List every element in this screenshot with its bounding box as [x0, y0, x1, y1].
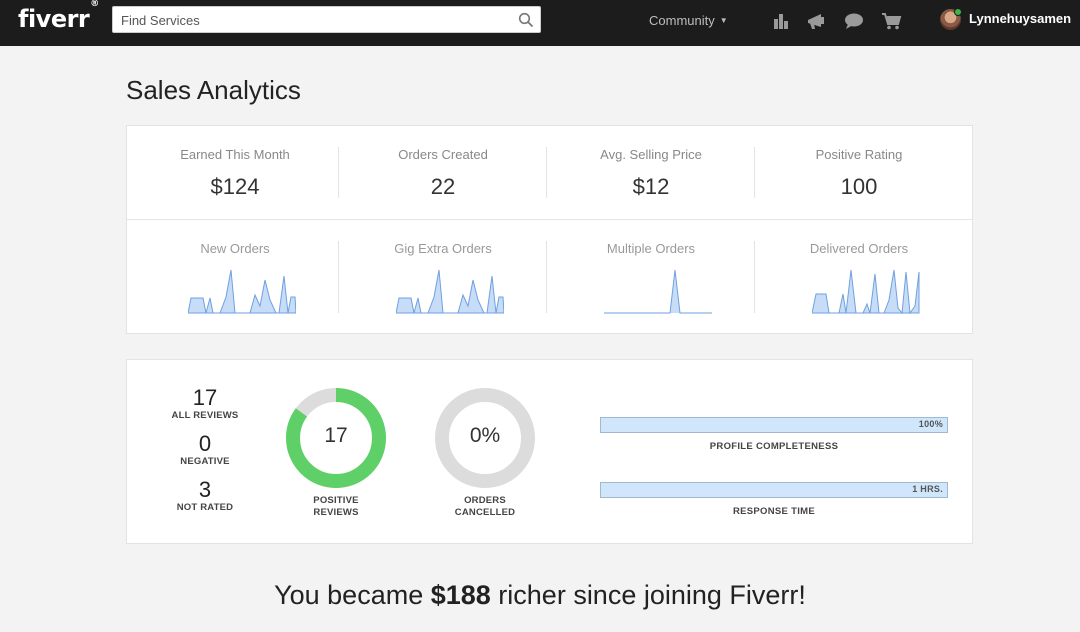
profile-completeness-label: PROFILE COMPLETENESS [709, 441, 839, 452]
sparkline-chart [604, 269, 712, 314]
megaphone-icon[interactable] [806, 11, 828, 31]
not-rated-count: 3 NOT RATED [160, 477, 250, 514]
online-status-icon [954, 8, 962, 16]
progress-fill [601, 418, 947, 432]
sparkline-label: Gig Extra Orders [394, 241, 492, 256]
sparkline-row: New Orders Gig Extra Orders Multiple Ord… [127, 220, 972, 334]
logo-text: fiverr [18, 5, 90, 33]
orders-cancelled-donut: 0% [433, 386, 537, 490]
label-line: POSITIVE [313, 495, 359, 506]
sparkline-gig-extra-orders: Gig Extra Orders [339, 220, 547, 334]
stat-earned-this-month: Earned This Month $124 [131, 126, 339, 219]
progress-fill [601, 483, 947, 497]
sparkline-new-orders: New Orders [131, 220, 339, 334]
search-box [112, 6, 541, 33]
search-input[interactable] [121, 11, 511, 29]
stat-label: Positive Rating [815, 147, 903, 162]
logo-registered-mark: ® [90, 0, 99, 9]
sparkline-label: Multiple Orders [606, 241, 696, 256]
positive-reviews-donut: 17 [284, 386, 388, 490]
sparkline-chart [812, 269, 920, 314]
orders-cancelled-label: ORDERS CANCELLED [430, 495, 540, 519]
reviews-card: 17 ALL REVIEWS 0 NEGATIVE 3 NOT RATED 17… [126, 359, 973, 544]
search-icon[interactable] [518, 12, 534, 28]
stat-label: Earned This Month [180, 147, 290, 162]
sparkline-label: New Orders [200, 241, 270, 256]
count-value: 3 [198, 477, 212, 502]
count-label: NOT RATED [176, 502, 234, 513]
stats-card: Earned This Month $124 Orders Created 22… [126, 125, 973, 334]
response-time-label: RESPONSE TIME [732, 506, 816, 517]
all-reviews-count: 17 ALL REVIEWS [160, 385, 250, 422]
stat-label: Orders Created [398, 147, 488, 162]
donut-value: 0% [469, 424, 501, 447]
page-title: Sales Analytics [126, 75, 301, 105]
stat-label: Avg. Selling Price [600, 147, 702, 162]
label-line: REVIEWS [313, 507, 359, 518]
earnings-summary: You became $188 richer since joining Fiv… [0, 580, 1080, 611]
sparkline-chart [188, 269, 296, 314]
stats-row: Earned This Month $124 Orders Created 22… [127, 126, 972, 220]
sparkline-multiple-orders: Multiple Orders [547, 220, 755, 334]
progress-value: 100% [918, 419, 943, 429]
count-label: NEGATIVE [180, 456, 230, 467]
count-label: ALL REVIEWS [171, 410, 239, 421]
summary-prefix: You became [274, 580, 431, 610]
count-value: 0 [198, 431, 212, 456]
caret-down-icon: ▼ [719, 16, 728, 25]
sparkline-label: Delivered Orders [809, 241, 909, 256]
count-value: 17 [192, 385, 218, 410]
sparkline-delivered-orders: Delivered Orders [755, 220, 963, 334]
fiverr-logo[interactable]: fiverr® [18, 0, 99, 33]
stat-avg-selling-price: Avg. Selling Price $12 [547, 126, 755, 219]
negative-reviews-count: 0 NEGATIVE [160, 431, 250, 468]
cart-icon[interactable] [881, 11, 903, 31]
profile-completeness-bar: 100% [600, 417, 948, 433]
label-line: ORDERS [464, 495, 506, 506]
stat-value: 22 [430, 174, 456, 199]
summary-suffix: richer since joining Fiverr! [490, 580, 806, 610]
community-label: Community [649, 13, 715, 28]
username: Lynnehuysamen [969, 11, 1072, 26]
stat-positive-rating: Positive Rating 100 [755, 126, 963, 219]
positive-reviews-label: POSITIVE REVIEWS [281, 495, 391, 519]
chat-icon[interactable] [843, 11, 865, 31]
progress-value: 1 HRS. [912, 484, 943, 494]
response-time-bar: 1 HRS. [600, 482, 948, 498]
summary-amount: $188 [430, 580, 491, 610]
stat-value: $124 [210, 174, 260, 199]
top-navigation-bar: fiverr® Community ▼ Lynnehuysamen [0, 0, 1080, 46]
analytics-icon[interactable] [771, 11, 793, 31]
donut-value: 17 [324, 424, 348, 447]
stat-orders-created: Orders Created 22 [339, 126, 547, 219]
label-line: CANCELLED [454, 507, 516, 518]
stat-value: $12 [632, 174, 670, 199]
sparkline-chart [396, 269, 504, 314]
stat-value: 100 [840, 174, 878, 199]
community-menu[interactable]: Community ▼ [649, 13, 728, 28]
